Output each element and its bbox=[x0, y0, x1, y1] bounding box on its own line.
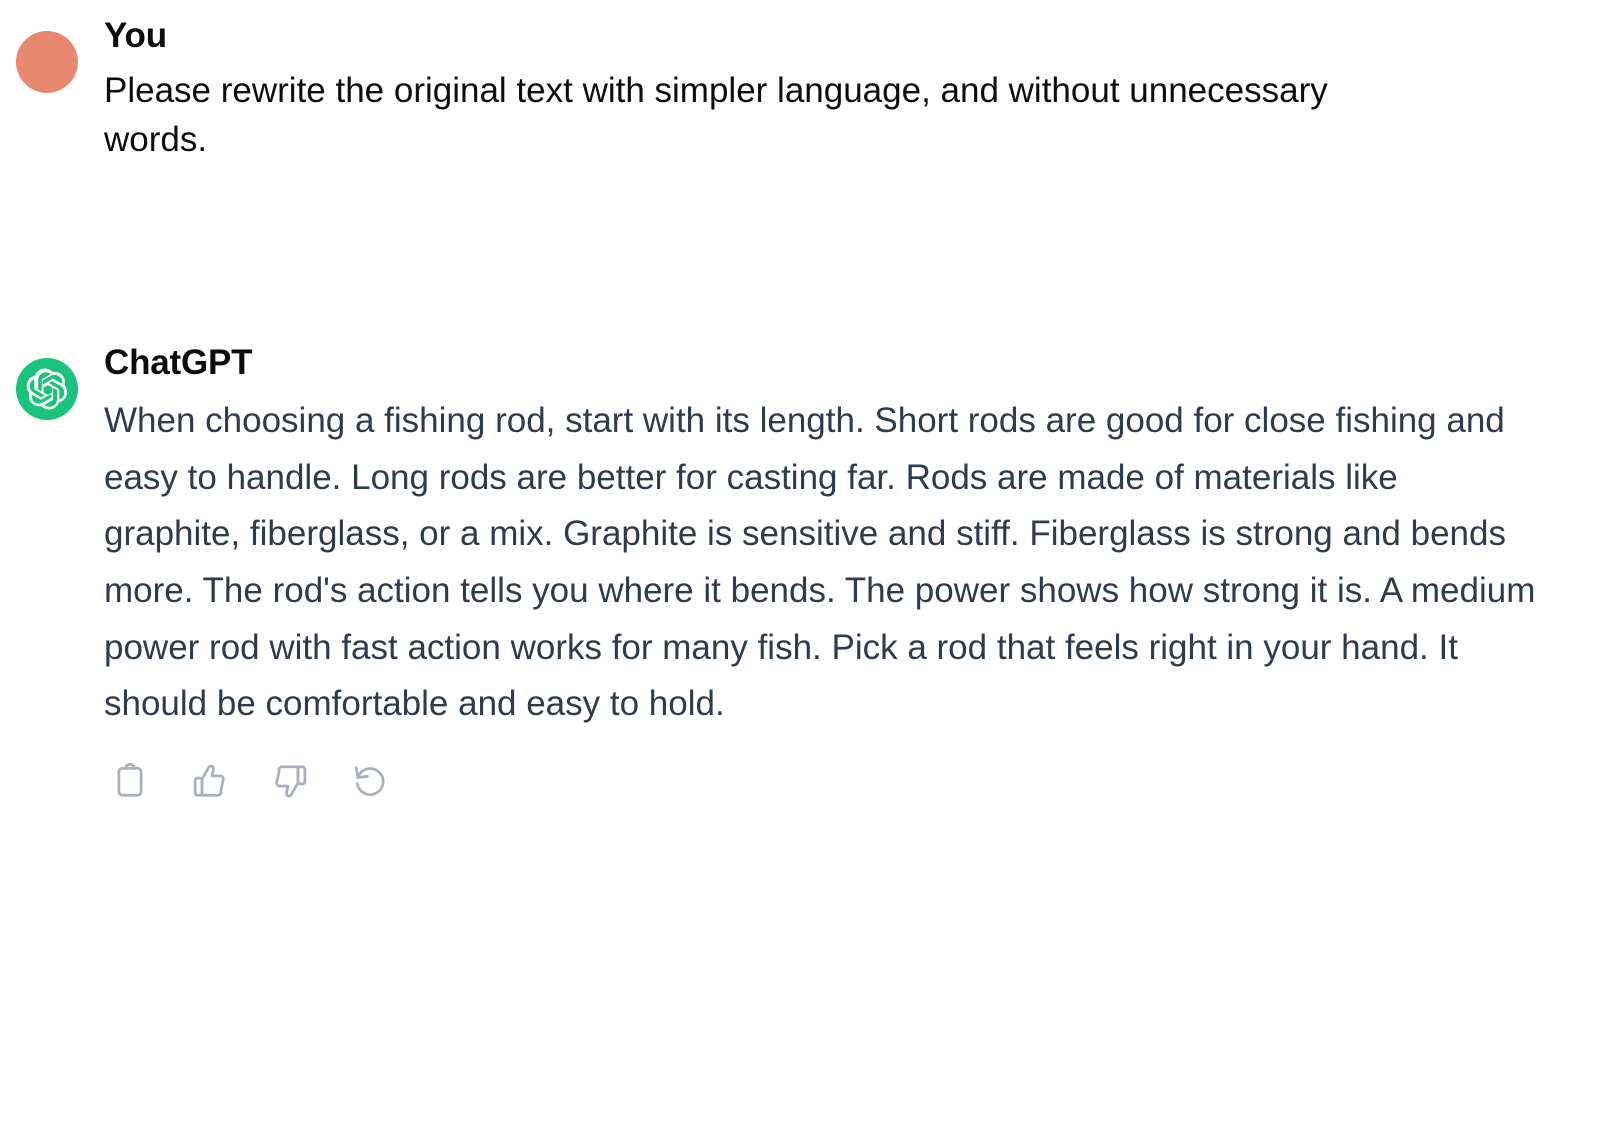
clipboard-icon bbox=[111, 762, 149, 800]
message-actions-toolbar bbox=[104, 759, 1540, 803]
copy-button[interactable] bbox=[108, 759, 152, 803]
regenerate-icon bbox=[351, 762, 389, 800]
user-message-body: You Please rewrite the original text wit… bbox=[104, 14, 1570, 165]
regenerate-button[interactable] bbox=[348, 759, 392, 803]
assistant-avatar-circle bbox=[16, 358, 78, 421]
thumbs-up-button[interactable] bbox=[188, 759, 232, 803]
user-message-text: Please rewrite the original text with si… bbox=[104, 70, 1328, 160]
user-avatar-circle bbox=[16, 31, 78, 93]
sender-name-assistant: ChatGPT bbox=[104, 343, 253, 383]
openai-logo-icon bbox=[26, 368, 68, 410]
assistant-avatar-container bbox=[8, 341, 104, 421]
conversation-thread: You Please rewrite the original text wit… bbox=[0, 0, 1600, 803]
assistant-message-text: When choosing a fishing rod, start with … bbox=[104, 400, 1536, 724]
thumbs-up-icon bbox=[191, 762, 229, 800]
assistant-message-body: ChatGPT When choosing a fishing rod, sta… bbox=[104, 341, 1570, 803]
message-user: You Please rewrite the original text wit… bbox=[8, 14, 1570, 165]
thumbs-down-button[interactable] bbox=[268, 759, 312, 803]
sender-name-user: You bbox=[104, 16, 167, 55]
message-assistant: ChatGPT When choosing a fishing rod, sta… bbox=[8, 341, 1570, 803]
thumbs-down-icon bbox=[271, 762, 309, 800]
user-avatar-container bbox=[8, 14, 104, 93]
